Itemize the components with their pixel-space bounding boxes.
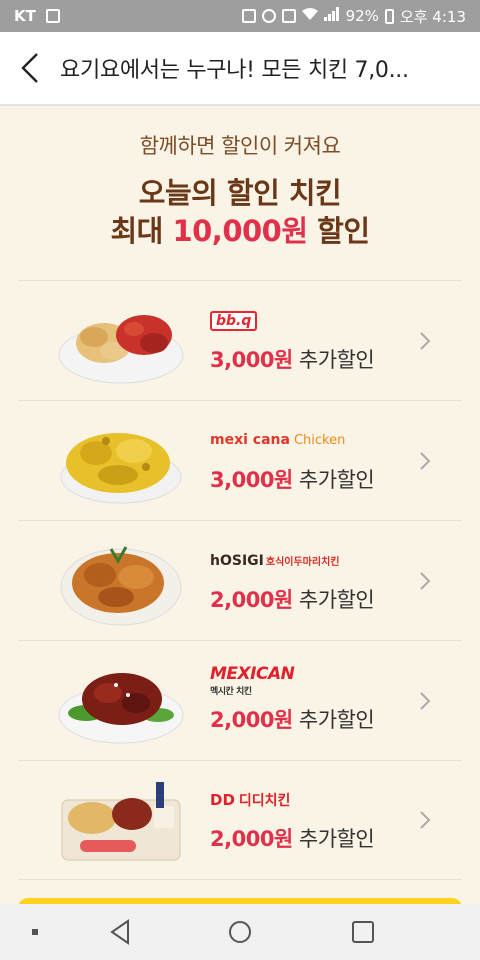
page-title: 요기요에서는 누구나! 모든 치킨 7,0... xyxy=(60,58,409,83)
triangle-back-icon xyxy=(110,919,129,945)
discount-amount: 2,000원 xyxy=(210,827,293,851)
nav-home-button[interactable] xyxy=(210,904,270,960)
brand-logo-bbq: bb.q xyxy=(210,308,374,334)
chicken-photo-mexicana xyxy=(60,432,182,503)
promo-title-line2: 최대 10,000원 할인 xyxy=(0,212,480,250)
brand-logo-hosigi: hOSIGI 호식이두마리치킨 xyxy=(210,548,374,574)
carrier-label: KT xyxy=(14,7,36,25)
chicken-list: bb.q 3,000원 추가할인 mexi cana Chicken 3,000원… xyxy=(18,280,462,880)
battery-percent: 92% xyxy=(345,7,379,25)
promo-banner: 함께하면 할인이 커져요 오늘의 할인 치킨 최대 10,000원 할인 xyxy=(0,106,480,280)
promo-title-prefix: 최대 xyxy=(110,214,173,248)
promo-title-line1: 오늘의 할인 치킨 xyxy=(138,176,342,210)
system-nav-bar xyxy=(0,904,480,960)
discount-amount: 3,000원 xyxy=(210,467,293,492)
square-recents-icon xyxy=(352,921,374,943)
discount-text: 2,000원 추가할인 xyxy=(210,584,375,614)
brand-name: DD 디디치킨 xyxy=(210,790,290,810)
chevron-right-icon xyxy=(420,451,431,470)
battery-icon xyxy=(384,8,394,24)
list-item-bbq[interactable]: bb.q 3,000원 추가할인 xyxy=(18,280,462,400)
brand-logo-mexicana: mexi cana Chicken xyxy=(210,428,374,454)
status-right: 92% 오후 4:13 xyxy=(241,6,466,27)
item-info: mexi cana Chicken 3,000원 추가할인 xyxy=(210,428,375,494)
image-notification-icon xyxy=(45,9,60,23)
chevron-right-icon xyxy=(420,811,431,829)
discount-suffix: 추가할인 xyxy=(292,587,375,612)
discount-text: 2,000원 추가할인 xyxy=(210,704,375,734)
discount-suffix: 추가할인 xyxy=(292,467,375,492)
brand-name-main: DD xyxy=(210,791,235,809)
list-item-dd[interactable]: DD 디디치킨 2,000원 추가할인 xyxy=(18,760,462,880)
nav-back-button[interactable] xyxy=(90,904,150,960)
chicken-photo-bbq xyxy=(58,314,184,383)
promo-subtitle: 함께하면 할인이 커져요 xyxy=(139,134,341,158)
discount-suffix: 추가할인 xyxy=(292,827,375,851)
discount-amount: 3,000원 xyxy=(210,347,293,372)
chicken-photo-mexican xyxy=(58,672,184,743)
back-button[interactable] xyxy=(0,31,60,105)
alarm-icon xyxy=(261,9,276,23)
discount-text: 3,000원 추가할인 xyxy=(210,464,375,494)
promo-title: 오늘의 할인 치킨 최대 10,000원 할인 xyxy=(0,174,480,250)
discount-suffix: 추가할인 xyxy=(292,347,375,372)
item-info: DD 디디치킨 2,000원 추가할인 xyxy=(210,787,375,853)
menu-dot-button[interactable] xyxy=(20,904,50,960)
vibrate-icon xyxy=(241,9,256,23)
brand-name: mexi cana Chicken xyxy=(210,432,346,448)
status-bar: KT 92% 오후 4:13 xyxy=(0,0,480,32)
discount-text: 2,000원 추가할인 xyxy=(210,823,375,853)
signal-icon xyxy=(323,7,340,25)
chevron-right-icon xyxy=(420,691,431,710)
hd-icon xyxy=(281,9,296,23)
brand-name-sub: 멕시칸 치킨 xyxy=(210,687,252,697)
discount-text: 3,000원 추가할인 xyxy=(210,344,375,374)
clock: 오후 4:13 xyxy=(399,7,466,26)
status-left: KT xyxy=(14,7,60,25)
brand-name-sub: 디디치킨 xyxy=(238,793,291,809)
square-dot-icon xyxy=(32,929,38,935)
list-item-mexicana[interactable]: mexi cana Chicken 3,000원 추가할인 xyxy=(18,400,462,520)
chevron-left-icon xyxy=(21,53,38,83)
discount-amount: 2,000원 xyxy=(210,707,293,732)
brand-name-sub: Chicken xyxy=(293,433,346,448)
brand-name-main: MEXICAN xyxy=(210,664,295,684)
list-item-hosigi[interactable]: hOSIGI 호식이두마리치킨 2,000원 추가할인 xyxy=(18,520,462,640)
discount-suffix: 추가할인 xyxy=(292,707,375,732)
circle-home-icon xyxy=(229,921,251,943)
nav-recents-button[interactable] xyxy=(333,904,393,960)
brand-name-main: mexi cana xyxy=(210,432,290,448)
brand-name: hOSIGI 호식이두마리치킨 xyxy=(210,553,339,569)
brand-name: bb.q xyxy=(210,310,258,331)
item-info: bb.q 3,000원 추가할인 xyxy=(210,308,375,374)
discount-amount: 2,000원 xyxy=(210,587,293,612)
brand-name: MEXICAN 멕시칸 치킨 xyxy=(210,664,295,697)
brand-name-main: hOSIGI xyxy=(210,552,264,569)
chevron-right-icon xyxy=(420,331,431,350)
promo-title-suffix: 할인 xyxy=(307,214,370,248)
wifi-icon xyxy=(301,7,318,25)
item-info: hOSIGI 호식이두마리치킨 2,000원 추가할인 xyxy=(210,548,375,614)
chicken-photo-hosigi xyxy=(60,545,182,625)
brand-logo-dd: DD 디디치킨 xyxy=(210,787,374,813)
promo-max-discount: 10,000원 xyxy=(172,214,308,248)
chicken-photo-dd xyxy=(61,782,181,861)
brand-logo-mexican: MEXICAN 멕시칸 치킨 xyxy=(210,664,374,697)
brand-name-sub: 호식이두마리치킨 xyxy=(265,556,340,568)
list-item-mexican[interactable]: MEXICAN 멕시칸 치킨 2,000원 추가할인 xyxy=(18,640,462,760)
app-header: 요기요에서는 누구나! 모든 치킨 7,0... xyxy=(0,32,480,106)
chevron-right-icon xyxy=(420,571,431,590)
item-info: MEXICAN 멕시칸 치킨 2,000원 추가할인 xyxy=(210,664,375,734)
